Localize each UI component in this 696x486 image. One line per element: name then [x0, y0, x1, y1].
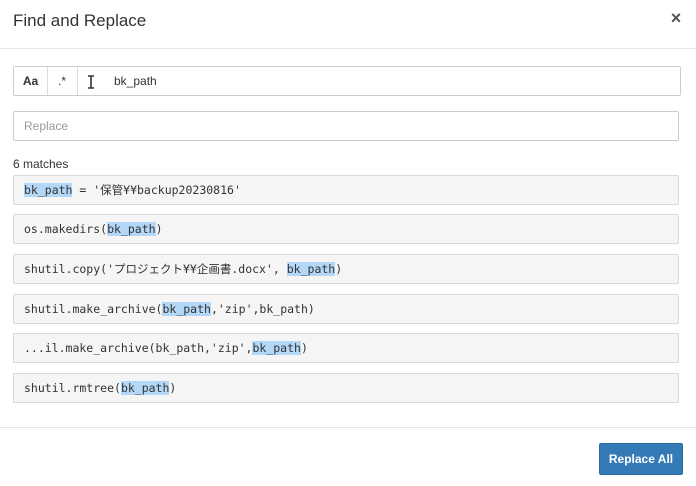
replace-all-button[interactable]: Replace All: [599, 443, 683, 475]
match-suffix: ): [155, 222, 163, 236]
match-prefix: ...il.make_archive(bk_path,'zip',: [24, 341, 253, 355]
regex-toggle[interactable]: .*: [47, 67, 78, 95]
match-suffix: ,'zip',bk_path): [210, 302, 315, 316]
match-item[interactable]: shutil.make_archive(bk_path,'zip',bk_pat…: [13, 294, 679, 324]
match-prefix: shutil.copy('プロジェクト¥¥企画書.docx',: [24, 262, 287, 276]
match-highlight: bk_path: [286, 262, 336, 276]
find-field-group: Aa .*: [13, 66, 681, 96]
match-item[interactable]: os.makedirs(bk_path): [13, 214, 679, 244]
match-highlight: bk_path: [107, 222, 156, 236]
match-suffix: = '保管¥¥backup20230816': [72, 183, 241, 197]
match-prefix: shutil.make_archive(: [24, 302, 163, 316]
match-item[interactable]: ...il.make_archive(bk_path,'zip',bk_path…: [13, 333, 679, 363]
replace-input[interactable]: [13, 111, 679, 141]
match-suffix: ): [335, 262, 343, 276]
match-item[interactable]: bk_path = '保管¥¥backup20230816': [13, 175, 679, 205]
match-prefix: shutil.rmtree(: [24, 381, 121, 395]
match-highlight: bk_path: [252, 341, 301, 355]
dialog-header: Find and Replace ×: [0, 0, 696, 49]
dialog-title: Find and Replace: [13, 11, 147, 30]
match-suffix: ): [169, 381, 177, 395]
find-replace-dialog: Find and Replace × Aa .* 6 matches bk_pa…: [0, 0, 696, 486]
footer-divider: [0, 427, 696, 428]
match-suffix: ): [300, 341, 308, 355]
match-highlight: bk_path: [24, 183, 73, 197]
matches-count: 6 matches: [13, 157, 69, 171]
match-prefix: os.makedirs(: [24, 222, 108, 236]
match-highlight: bk_path: [120, 381, 170, 395]
match-item[interactable]: shutil.copy('プロジェクト¥¥企画書.docx', bk_path): [13, 254, 679, 284]
text-cursor-icon: [77, 67, 105, 95]
match-item[interactable]: shutil.rmtree(bk_path): [13, 373, 679, 403]
match-highlight: bk_path: [162, 302, 211, 316]
match-case-toggle[interactable]: Aa: [14, 67, 48, 95]
find-input[interactable]: [114, 72, 654, 90]
close-icon[interactable]: ×: [668, 8, 684, 28]
